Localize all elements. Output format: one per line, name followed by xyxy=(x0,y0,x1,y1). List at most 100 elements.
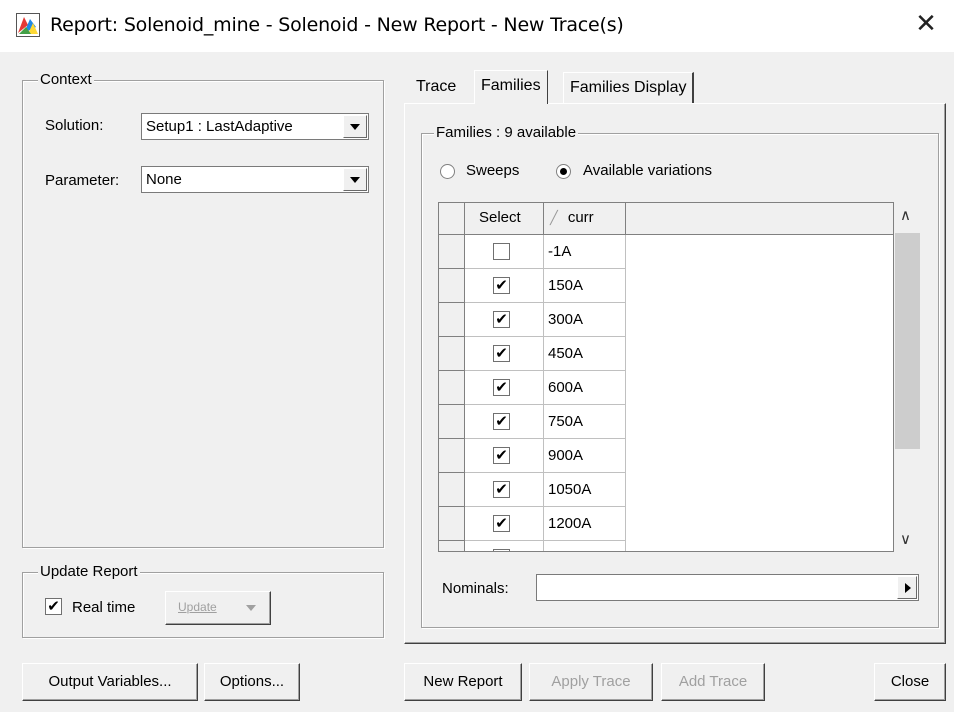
sweeps-radio[interactable] xyxy=(440,164,455,179)
parameter-select[interactable]: None xyxy=(141,166,369,193)
table-row-header[interactable] xyxy=(439,507,465,541)
variations-label: Available variations xyxy=(583,162,712,179)
window-close-icon[interactable]: ✕ xyxy=(912,9,940,39)
output-variables-button[interactable]: Output Variables... xyxy=(22,663,198,701)
variation-checkbox[interactable]: ✔ xyxy=(493,379,510,396)
nominals-label: Nominals: xyxy=(442,580,509,597)
parameter-value: None xyxy=(146,171,182,188)
checkmark-icon: ✔ xyxy=(495,514,508,532)
checkmark-icon: ✔ xyxy=(495,548,508,552)
update-report-legend: Update Report xyxy=(38,563,140,580)
table-row-header[interactable] xyxy=(439,405,465,439)
curr-value-cell: 1050A xyxy=(544,473,626,507)
checkmark-icon: ✔ xyxy=(495,412,508,430)
apply-trace-button[interactable]: Apply Trace xyxy=(529,663,653,701)
select-cell xyxy=(465,235,544,269)
tab-trace[interactable]: Trace xyxy=(410,72,462,104)
select-cell: ✔ xyxy=(465,303,544,337)
options-button[interactable]: Options... xyxy=(204,663,300,701)
curr-value-cell: 450A xyxy=(544,337,626,371)
tab-families[interactable]: Families xyxy=(474,70,548,104)
variation-checkbox[interactable] xyxy=(493,243,510,260)
checkmark-icon: ✔ xyxy=(47,597,60,615)
context-group xyxy=(22,80,384,548)
radio-selected-dot xyxy=(560,168,567,175)
update-button[interactable]: Update xyxy=(165,591,271,625)
variation-checkbox[interactable]: ✔ xyxy=(493,548,510,552)
sort-icon: ╱ xyxy=(550,210,558,225)
scroll-up-icon[interactable]: ∧ xyxy=(900,206,911,224)
checkmark-icon: ✔ xyxy=(495,446,508,464)
table-row-header[interactable] xyxy=(439,439,465,473)
chevron-right-icon xyxy=(905,583,911,593)
nominals-field[interactable] xyxy=(536,574,919,601)
variation-checkbox[interactable]: ✔ xyxy=(493,447,510,464)
curr-value-cell: 150A xyxy=(544,269,626,303)
new-report-button[interactable]: New Report xyxy=(404,663,522,701)
table-row-header[interactable] xyxy=(439,371,465,405)
scrollbar-thumb[interactable] xyxy=(895,233,920,449)
families-legend: Families : 9 available xyxy=(434,124,579,141)
chevron-down-icon xyxy=(350,177,360,183)
realtime-label: Real time xyxy=(72,599,136,616)
chevron-down-icon xyxy=(246,605,256,611)
solution-label: Solution: xyxy=(45,117,104,134)
col-header-curr-label: curr xyxy=(567,209,594,226)
select-cell: ✔ xyxy=(465,541,544,552)
curr-value-cell: 600A xyxy=(544,371,626,405)
select-cell: ✔ xyxy=(465,473,544,507)
variation-checkbox[interactable]: ✔ xyxy=(493,345,510,362)
checkmark-icon: ✔ xyxy=(495,276,508,294)
select-cell: ✔ xyxy=(465,269,544,303)
variation-checkbox[interactable]: ✔ xyxy=(493,515,510,532)
add-trace-button[interactable]: Add Trace xyxy=(661,663,765,701)
table-row-header[interactable] xyxy=(439,337,465,371)
curr-value-cell: 1350A xyxy=(544,541,626,551)
table-row-header[interactable] xyxy=(439,269,465,303)
select-cell: ✔ xyxy=(465,507,544,541)
curr-value-cell: 1200A xyxy=(544,507,626,541)
close-button[interactable]: Close xyxy=(874,663,946,701)
table-row-header[interactable] xyxy=(439,235,465,269)
variations-table[interactable]: Select ╱ curr -1A ✔ 150A ✔ 300A ✔ 450A ✔ 600A ✔ 750… xyxy=(438,202,894,552)
checkmark-icon: ✔ xyxy=(495,344,508,362)
variation-checkbox[interactable]: ✔ xyxy=(493,481,510,498)
tab-families-display[interactable]: Families Display xyxy=(563,72,695,104)
col-header-curr[interactable]: ╱ curr xyxy=(544,203,626,235)
scroll-down-icon[interactable]: ∨ xyxy=(900,530,911,548)
realtime-checkbox[interactable]: ✔ xyxy=(45,598,62,615)
sweeps-label: Sweeps xyxy=(466,162,520,179)
curr-value-cell: -1A xyxy=(544,235,626,269)
app-icon xyxy=(16,13,40,37)
update-label: Update xyxy=(178,600,217,614)
checkmark-icon: ✔ xyxy=(495,378,508,396)
solution-select[interactable]: Setup1 : LastAdaptive xyxy=(141,113,369,140)
chevron-down-icon xyxy=(350,124,360,130)
col-header-empty xyxy=(626,203,893,235)
table-row-header[interactable] xyxy=(439,473,465,507)
checkmark-icon: ✔ xyxy=(495,480,508,498)
select-cell: ✔ xyxy=(465,439,544,473)
checkmark-icon: ✔ xyxy=(495,310,508,328)
select-cell: ✔ xyxy=(465,405,544,439)
solution-value: Setup1 : LastAdaptive xyxy=(146,118,293,135)
curr-value-cell: 300A xyxy=(544,303,626,337)
nominals-scroll-button[interactable] xyxy=(897,576,917,599)
curr-value-cell: 750A xyxy=(544,405,626,439)
window-title: Report: Solenoid_mine - Solenoid - New R… xyxy=(50,14,624,36)
parameter-dropdown-button[interactable] xyxy=(343,168,367,191)
variation-checkbox[interactable]: ✔ xyxy=(493,413,510,430)
variation-checkbox[interactable]: ✔ xyxy=(493,277,510,294)
col-header-select[interactable]: Select xyxy=(465,203,544,235)
solution-dropdown-button[interactable] xyxy=(343,115,367,138)
table-corner-header xyxy=(439,203,465,235)
context-legend: Context xyxy=(38,71,94,88)
select-cell: ✔ xyxy=(465,371,544,405)
variation-checkbox[interactable]: ✔ xyxy=(493,311,510,328)
select-cell: ✔ xyxy=(465,337,544,371)
table-row-header[interactable] xyxy=(439,541,465,551)
curr-value-cell: 900A xyxy=(544,439,626,473)
title-bar: Report: Solenoid_mine - Solenoid - New R… xyxy=(0,0,954,52)
table-row-header[interactable] xyxy=(439,303,465,337)
variations-radio[interactable] xyxy=(556,164,571,179)
